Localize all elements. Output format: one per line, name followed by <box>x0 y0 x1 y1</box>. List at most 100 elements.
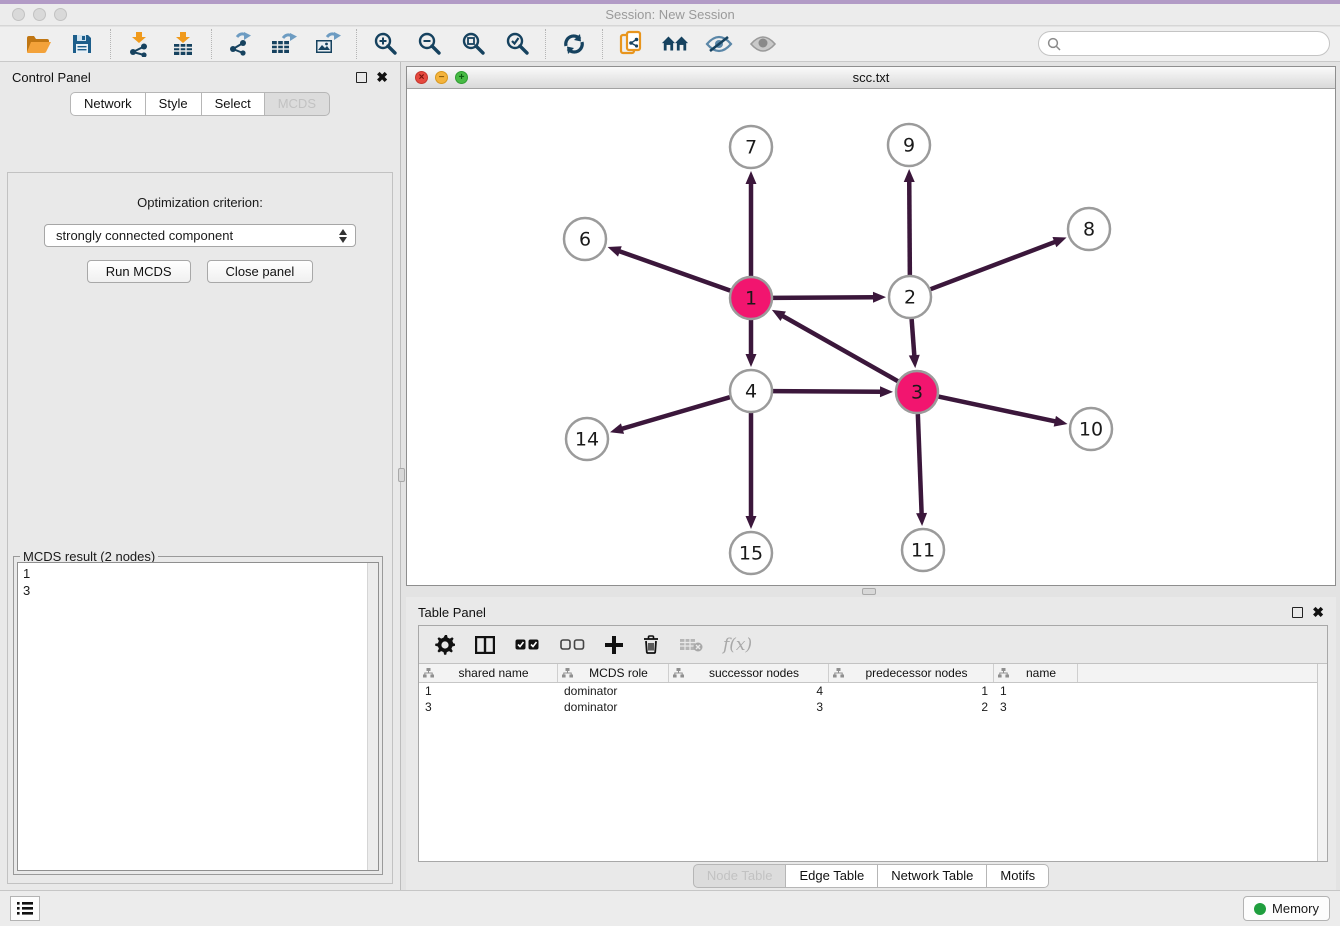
table-cell[interactable]: dominator <box>558 684 669 698</box>
close-table-panel-icon[interactable]: ✖ <box>1312 607 1324 618</box>
tab-network[interactable]: Network <box>70 92 146 116</box>
column-header-predecessor-nodes[interactable]: predecessor nodes <box>829 664 994 682</box>
graph-node-label-14: 14 <box>575 429 599 451</box>
export-network-icon[interactable] <box>226 30 254 58</box>
select-all-checkboxes-icon[interactable] <box>515 639 540 650</box>
refresh-view-icon[interactable] <box>560 30 588 58</box>
table-cell[interactable]: 3 <box>419 700 558 714</box>
zoom-out-icon[interactable] <box>415 30 443 58</box>
table-scrollbar[interactable] <box>1317 664 1327 861</box>
table-cell[interactable]: 3 <box>994 700 1078 714</box>
export-image-icon[interactable] <box>314 30 342 58</box>
tab-node-table[interactable]: Node Table <box>693 864 787 888</box>
close-window-icon[interactable] <box>12 8 25 21</box>
graph-node-label-15: 15 <box>739 543 763 565</box>
memory-button-label: Memory <box>1272 901 1319 916</box>
close-panel-button[interactable]: Close panel <box>207 260 314 283</box>
show-all-icon[interactable] <box>749 30 777 58</box>
tab-motifs[interactable]: Motifs <box>987 864 1049 888</box>
tab-network-table[interactable]: Network Table <box>878 864 987 888</box>
maximize-network-icon[interactable]: + <box>455 71 468 84</box>
node-table[interactable]: shared nameMCDS rolesuccessor nodesprede… <box>419 664 1327 861</box>
table-cell[interactable]: 1 <box>994 684 1078 698</box>
maximize-window-icon[interactable] <box>54 8 67 21</box>
show-columns-icon[interactable] <box>475 636 495 654</box>
graph-node-label-8: 8 <box>1083 219 1095 241</box>
memory-button[interactable]: Memory <box>1243 896 1330 921</box>
minimize-window-icon[interactable] <box>33 8 46 21</box>
arrowhead-3-11 <box>916 513 927 526</box>
edge-2-3[interactable] <box>912 319 915 357</box>
window-title: Session: New Session <box>605 7 734 22</box>
float-panel-icon[interactable] <box>356 72 367 83</box>
edge-3-11[interactable] <box>918 414 922 515</box>
edge-2-8[interactable] <box>931 241 1057 289</box>
tab-edge-table[interactable]: Edge Table <box>786 864 878 888</box>
zoom-selected-icon[interactable] <box>503 30 531 58</box>
network-canvas[interactable]: 1234678910111415 <box>407 89 1335 585</box>
edge-2-9[interactable] <box>909 180 910 275</box>
graph-node-label-7: 7 <box>745 137 757 159</box>
import-table-icon[interactable] <box>169 30 197 58</box>
deselect-all-checkboxes-icon[interactable] <box>560 639 585 650</box>
search-field[interactable] <box>1038 31 1330 56</box>
open-session-icon[interactable] <box>24 30 52 58</box>
settings-gear-icon[interactable] <box>435 635 455 655</box>
table-area: f(x) shared nameMCDS rolesuccessor nodes… <box>418 625 1328 862</box>
tab-select[interactable]: Select <box>202 92 265 116</box>
column-header-MCDS-role[interactable]: MCDS role <box>558 664 669 682</box>
table-cell[interactable]: dominator <box>558 700 669 714</box>
table-cell[interactable]: 2 <box>829 700 994 714</box>
table-panel: Table Panel ✖ <box>406 597 1336 890</box>
arrowhead-4-14 <box>610 423 624 434</box>
graph-node-label-4: 4 <box>745 381 757 403</box>
tab-mcds[interactable]: MCDS <box>265 92 330 116</box>
search-input[interactable] <box>1066 36 1321 51</box>
close-panel-icon[interactable]: ✖ <box>376 72 388 83</box>
graph-node-label-1: 1 <box>745 288 757 310</box>
mcds-result-scrollbar[interactable] <box>367 563 378 870</box>
zoom-fit-icon[interactable] <box>459 30 487 58</box>
import-network-icon[interactable] <box>125 30 153 58</box>
network-window-titlebar[interactable]: × − + scc.txt <box>407 67 1335 89</box>
edge-1-2[interactable] <box>773 297 875 298</box>
window-traffic-lights[interactable] <box>12 8 67 21</box>
edge-4-3[interactable] <box>773 391 882 392</box>
column-header-name[interactable]: name <box>994 664 1078 682</box>
hide-selected-icon[interactable] <box>705 30 733 58</box>
main-toolbar <box>0 27 1340 62</box>
add-row-icon[interactable] <box>605 636 623 654</box>
save-session-icon[interactable] <box>68 30 96 58</box>
table-cell[interactable]: 1 <box>419 684 558 698</box>
horizontal-splitter-grip[interactable] <box>862 588 876 595</box>
delete-row-icon[interactable] <box>643 635 659 654</box>
tab-style[interactable]: Style <box>146 92 202 116</box>
table-row[interactable]: 1dominator411 <box>419 683 1327 699</box>
edge-3-10[interactable] <box>939 397 1057 422</box>
table-cell[interactable]: 1 <box>829 684 994 698</box>
arrowhead-2-8 <box>1052 237 1066 247</box>
mcds-result-text[interactable]: 1 3 <box>18 563 367 870</box>
close-network-icon[interactable]: × <box>415 71 428 84</box>
column-header-shared-name[interactable]: shared name <box>419 664 558 682</box>
function-builder-icon[interactable]: f(x) <box>723 635 752 655</box>
run-mcds-button[interactable]: Run MCDS <box>87 260 191 283</box>
task-history-button[interactable] <box>10 896 40 921</box>
network-graph: 1234678910111415 <box>407 89 1335 585</box>
zoom-in-icon[interactable] <box>371 30 399 58</box>
minimize-network-icon[interactable]: − <box>435 71 448 84</box>
nested-networks-icon[interactable] <box>661 30 689 58</box>
export-table-icon[interactable] <box>270 30 298 58</box>
edge-1-6[interactable] <box>618 251 730 291</box>
edge-4-14[interactable] <box>621 397 730 429</box>
table-cell[interactable]: 4 <box>669 684 829 698</box>
float-table-panel-icon[interactable] <box>1292 607 1303 618</box>
criterion-dropdown[interactable]: strongly connected component <box>44 224 356 247</box>
table-row[interactable]: 3dominator323 <box>419 699 1327 715</box>
edge-3-1[interactable] <box>781 315 897 381</box>
column-header-successor-nodes[interactable]: successor nodes <box>669 664 829 682</box>
delete-table-icon[interactable] <box>679 637 703 652</box>
first-neighbors-icon[interactable] <box>617 30 645 58</box>
table-cell[interactable]: 3 <box>669 700 829 714</box>
vertical-splitter-grip[interactable] <box>398 468 405 482</box>
